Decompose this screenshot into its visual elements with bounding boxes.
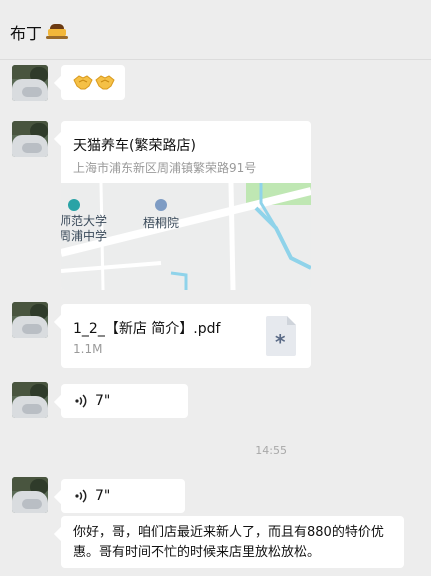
avatar[interactable]	[12, 302, 48, 338]
chat-title[interactable]: 布丁	[10, 20, 69, 44]
chat-header: 布丁	[0, 0, 431, 60]
voice-wave-icon	[75, 394, 87, 408]
file-name: 1_2_【新店 简介】.pdf	[73, 321, 221, 337]
location-card[interactable]: 天猫养车(繁荣路店) 上海市浦东新区周浦镇繁荣路91号 师范大学 周浦中学 梧桐…	[61, 121, 311, 290]
voice-duration: 7"	[95, 393, 111, 409]
location-map[interactable]: 师范大学 周浦中学 梧桐院	[61, 183, 311, 290]
voice-wave-icon	[75, 489, 87, 503]
map-label-school: 师范大学	[61, 214, 108, 228]
avatar[interactable]	[12, 477, 48, 513]
file-icon: *	[266, 316, 296, 356]
message-text: 你好，哥，咱们店最近来新人了，而且有880的特价优惠。哥有时间不忙的时候来店里放…	[73, 525, 384, 560]
file-size: 1.1M	[73, 342, 103, 356]
contact-name: 布丁	[10, 24, 43, 43]
file-message-bubble[interactable]: 1_2_【新店 简介】.pdf 1.1M *	[61, 304, 311, 368]
handshake-icon	[73, 73, 115, 91]
map-label-poi: 梧桐院	[143, 216, 180, 230]
location-name: 天猫养车(繁荣路店)	[73, 138, 196, 154]
voice-message-bubble[interactable]: 7"	[61, 479, 185, 513]
map-label-school-2: 周浦中学	[61, 229, 108, 243]
avatar[interactable]	[12, 65, 48, 101]
voice-duration: 7"	[95, 488, 111, 504]
voice-message-bubble[interactable]: 7"	[61, 384, 188, 418]
location-address: 上海市浦东新区周浦镇繁荣路91号	[73, 161, 257, 175]
pudding-emoji-icon	[46, 23, 69, 41]
avatar[interactable]	[12, 382, 48, 418]
message-timestamp: 14:55	[255, 444, 287, 457]
avatar[interactable]	[12, 121, 48, 157]
text-message-bubble[interactable]: 你好，哥，咱们店最近来新人了，而且有880的特价优惠。哥有时间不忙的时候来店里放…	[61, 516, 404, 568]
emoji-message-bubble[interactable]	[61, 65, 125, 100]
